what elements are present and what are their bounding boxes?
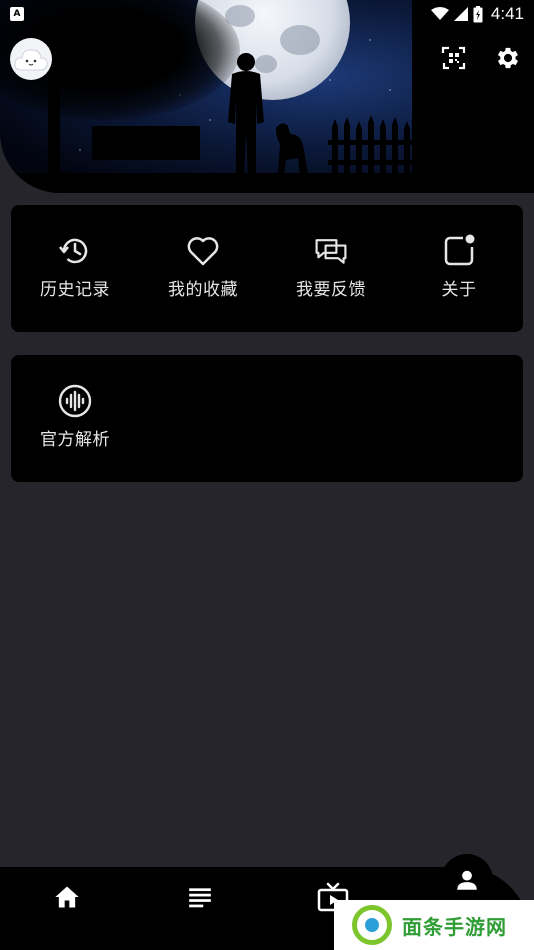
history-icon	[57, 233, 93, 269]
cloud-avatar-icon[interactable]	[10, 38, 52, 80]
sound-wave-icon	[57, 383, 93, 419]
signal-icon	[453, 7, 468, 21]
profile-icon[interactable]	[441, 854, 493, 906]
feedback-label: 我要反馈	[296, 280, 366, 300]
wifi-icon	[430, 7, 449, 20]
about-button[interactable]: 关于	[395, 205, 523, 332]
qr-scan-icon[interactable]	[440, 44, 468, 72]
quick-actions-card: 历史记录 我的收藏 我要反馈 关于	[11, 205, 523, 332]
official-parse-label: 官方解析	[40, 430, 110, 450]
favorites-label: 我的收藏	[168, 280, 238, 300]
header-background-image	[0, 0, 534, 193]
feedback-button[interactable]: 我要反馈	[267, 205, 395, 332]
official-parse-button[interactable]: 官方解析	[11, 355, 139, 450]
profile-header	[0, 0, 534, 195]
tools-card: 官方解析	[11, 355, 523, 482]
heart-icon	[185, 233, 221, 269]
status-bar: A 4:41	[0, 0, 534, 28]
about-label: 关于	[441, 280, 477, 300]
dog-silhouette	[276, 123, 308, 175]
history-label: 历史记录	[40, 280, 110, 300]
favorites-button[interactable]: 我的收藏	[139, 205, 267, 332]
home-icon[interactable]	[51, 881, 83, 913]
chat-feedback-icon	[313, 233, 349, 269]
person-silhouette	[228, 53, 264, 180]
battery-icon	[473, 5, 483, 22]
history-button[interactable]: 历史记录	[11, 205, 139, 332]
watermark-text: 面条手游网	[402, 914, 507, 939]
about-notification-icon	[441, 233, 477, 269]
clock: 4:41	[490, 4, 524, 23]
site-watermark: 面条手游网	[334, 900, 534, 950]
gear-icon[interactable]	[494, 44, 522, 72]
list-icon[interactable]	[184, 881, 216, 913]
bench-silhouette	[92, 126, 200, 160]
fence-silhouette	[328, 115, 414, 180]
sim-notification-icon: A	[10, 7, 24, 21]
watermark-logo-icon	[352, 905, 392, 945]
